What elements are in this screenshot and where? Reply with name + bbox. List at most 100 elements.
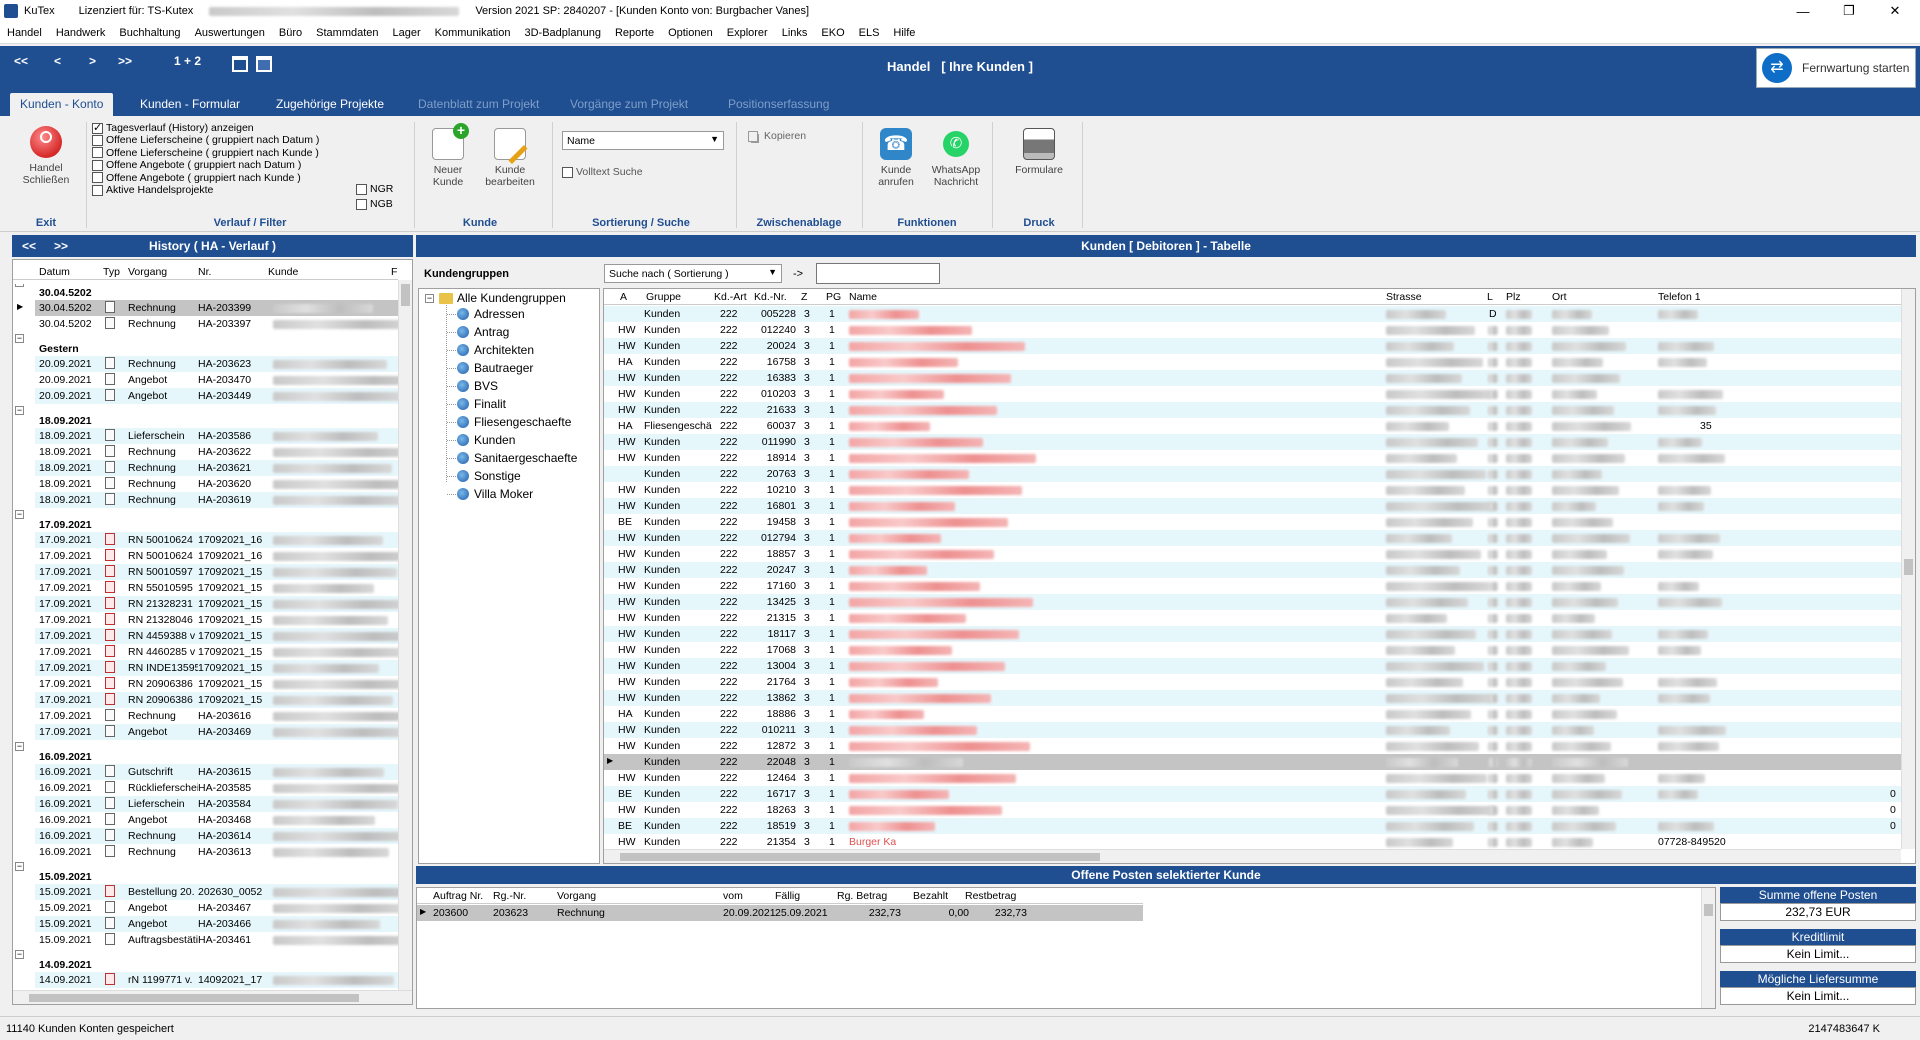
customer-row[interactable]: HW Kunden 222 13862 3 1	[604, 690, 1901, 706]
history-row[interactable]: 16.09.2021 Lieferschein HA-203584	[35, 796, 398, 812]
menu-item-10[interactable]: Optionen	[661, 27, 720, 39]
forms-button[interactable]: Formulare	[1008, 128, 1070, 176]
history-row[interactable]: 17.09.2021 RN 50010624 17092021_16	[35, 532, 398, 548]
open-items-column-header[interactable]: vom	[723, 890, 743, 902]
scroll-thumb[interactable]	[29, 994, 359, 1002]
customer-row[interactable]: HW Kunden 222 21354 3 1 Burger Ka 07728-849520	[604, 834, 1901, 849]
customer-row[interactable]: HA Kunden 222 18886 3 1	[604, 706, 1901, 722]
menu-item-12[interactable]: Links	[775, 27, 815, 39]
tree-expand-icon[interactable]: −	[425, 294, 434, 303]
history-row[interactable]: 15.09.2021 Angebot HA-203467	[35, 900, 398, 916]
customer-row[interactable]: HW Kunden 222 010203 3 1	[604, 386, 1901, 402]
tree-item[interactable]: Sanitaergeschaefte	[457, 451, 577, 465]
history-row[interactable]: 17.09.2021 RN 4460285 v 17092021_15	[35, 644, 398, 660]
tab-kunden-formular[interactable]: Kunden - Formular	[130, 93, 250, 116]
sort-select[interactable]: Name ▼	[562, 131, 724, 150]
ngb-checkbox[interactable]: NGB	[356, 198, 393, 210]
new-customer-button[interactable]: + Neuer Kunde	[420, 123, 476, 188]
open-items-column-header[interactable]: Vorgang	[557, 890, 596, 902]
menu-item-9[interactable]: Reporte	[608, 27, 661, 39]
menu-item-4[interactable]: Büro	[272, 27, 309, 39]
menu-item-8[interactable]: 3D-Badplanung	[517, 27, 607, 39]
tree-item[interactable]: Architekten	[457, 343, 534, 357]
history-column-header[interactable]: F	[391, 266, 397, 278]
tree-item[interactable]: Adressen	[457, 307, 525, 321]
history-column-header[interactable]: Nr.	[198, 266, 211, 278]
history-row[interactable]: 20.09.2021 Angebot HA-203449	[35, 388, 398, 404]
fulltext-search-checkbox[interactable]: Volltext Suche	[562, 166, 643, 178]
filter-option-2[interactable]: Offene Lieferscheine ( gruppiert nach Ku…	[92, 147, 319, 159]
customer-row[interactable]: HW Kunden 222 18263 3 1 0	[604, 802, 1901, 818]
history-vertical-scrollbar[interactable]	[398, 280, 412, 990]
minimize-icon[interactable]: —	[1780, 0, 1826, 22]
customers-column-header[interactable]: Name	[849, 291, 877, 303]
menu-item-5[interactable]: Stammdaten	[309, 27, 385, 39]
customers-column-header[interactable]: Plz	[1506, 291, 1521, 303]
customer-row[interactable]: HW Kunden 222 21764 3 1	[604, 674, 1901, 690]
history-row[interactable]: 16.09.2021 Rücklieferschein HA-203585	[35, 780, 398, 796]
customers-column-header[interactable]: L	[1487, 291, 1493, 303]
history-row[interactable]: 18.09.2021 Rechnung HA-203621	[35, 460, 398, 476]
customer-row[interactable]: HA Fliesengeschä 222 60037 3 1 35	[604, 418, 1901, 434]
customer-row[interactable]: HW Kunden 222 18857 3 1	[604, 546, 1901, 562]
history-row[interactable]: 15.09.2021 AuftragsbestätigungHA-203461	[35, 932, 398, 948]
history-row[interactable]: 16.09.2021 Rechnung HA-203614	[35, 828, 398, 844]
customers-column-header[interactable]: Kd.-Nr.	[754, 291, 787, 303]
customer-row[interactable]: HW Kunden 222 21315 3 1	[604, 610, 1901, 626]
filter-option-0[interactable]: Tagesverlauf (History) anzeigen	[92, 121, 254, 134]
history-column-header[interactable]: Vorgang	[128, 266, 167, 278]
history-forward-button[interactable]: >>	[54, 239, 68, 253]
customer-row[interactable]: BE Kunden 222 16717 3 1 0	[604, 786, 1901, 802]
customers-column-header[interactable]: Ort	[1552, 291, 1567, 303]
history-row[interactable]: 16.09.2021 Rechnung HA-203613	[35, 844, 398, 860]
tree-item[interactable]: Antrag	[457, 325, 509, 339]
scroll-thumb[interactable]	[620, 853, 1100, 861]
open-items-column-header[interactable]: Bezahlt	[913, 890, 948, 902]
history-row[interactable]: 18.09.2021 Rechnung HA-203619	[35, 492, 398, 508]
tree-item[interactable]: Finalit	[457, 397, 506, 411]
menu-item-0[interactable]: Handel	[0, 27, 49, 39]
customer-row[interactable]: HW Kunden 222 17068 3 1	[604, 642, 1901, 658]
tree-item[interactable]: BVS	[457, 379, 498, 393]
filter-option-5[interactable]: Aktive Handelsprojekte	[92, 184, 213, 196]
customer-row[interactable]: HW Kunden 222 011990 3 1	[604, 434, 1901, 450]
customer-search-input[interactable]	[816, 263, 940, 284]
history-row[interactable]: 16.09.2021 Angebot HA-203468	[35, 812, 398, 828]
open-items-column-header[interactable]: Rg. Betrag	[837, 890, 887, 902]
customer-row[interactable]: HW Kunden 222 20024 3 1	[604, 338, 1901, 354]
menu-item-2[interactable]: Buchhaltung	[112, 27, 187, 39]
customer-row[interactable]: HW Kunden 222 17160 3 1	[604, 578, 1901, 594]
customers-column-header[interactable]: Z	[801, 291, 807, 303]
filter-option-3[interactable]: Offene Angebote ( gruppiert nach Datum )	[92, 159, 301, 171]
history-row[interactable]: 17.09.2021 RN 20906386 17092021_15	[35, 676, 398, 692]
customers-horizontal-scrollbar[interactable]	[604, 849, 1901, 863]
tree-item[interactable]: Sonstige	[457, 469, 521, 483]
customers-column-header[interactable]: Telefon 1	[1658, 291, 1701, 303]
edit-customer-button[interactable]: Kunde bearbeiten	[482, 128, 538, 188]
tab-kunden-konto[interactable]: Kunden - Konto	[10, 93, 114, 116]
history-row[interactable]: 18.09.2021 Rechnung HA-203620	[35, 476, 398, 492]
history-row[interactable]: 14.09.2021 rN 1199771 v. 14092021_17	[35, 972, 398, 988]
customer-row[interactable]: BE Kunden 222 18519 3 1 0	[604, 818, 1901, 834]
customers-column-header[interactable]: Kd.-Art	[714, 291, 747, 303]
close-handel-button[interactable]: Handel Schließen	[14, 126, 78, 186]
copy-button[interactable]: Kopieren	[748, 130, 806, 142]
tree-item[interactable]: Villa Moker	[457, 487, 533, 501]
customer-row[interactable]: HW Kunden 222 21633 3 1	[604, 402, 1901, 418]
history-column-header[interactable]: Datum	[39, 266, 70, 278]
open-item-row[interactable]: ▶ 203600 203623 Rechnung 20.09.2021 25.09.202…	[417, 905, 1143, 921]
customers-column-header[interactable]: Gruppe	[646, 291, 681, 303]
history-row[interactable]: 17.09.2021 RN 21328231 17092021_15	[35, 596, 398, 612]
customer-row[interactable]: Kunden 222 20763 3 1	[604, 466, 1901, 482]
menu-item-11[interactable]: Explorer	[720, 27, 775, 39]
open-items-column-header[interactable]: Fällig	[775, 890, 800, 902]
history-row[interactable]: 17.09.2021 RN 50010624 17092021_16	[35, 548, 398, 564]
scroll-thumb[interactable]	[401, 284, 410, 306]
scroll-thumb[interactable]	[1704, 904, 1713, 916]
scroll-thumb[interactable]	[1904, 559, 1913, 575]
remote-support-button[interactable]: ⇄ Fernwartung starten	[1756, 48, 1916, 88]
history-row[interactable]: 17.09.2021 RN 21328046 17092021_15	[35, 612, 398, 628]
customers-vertical-scrollbar[interactable]	[1901, 289, 1915, 849]
history-row[interactable]: 17.09.2021 RN 20906386 17092021_15	[35, 692, 398, 708]
filter-option-1[interactable]: Offene Lieferscheine ( gruppiert nach Da…	[92, 134, 319, 146]
